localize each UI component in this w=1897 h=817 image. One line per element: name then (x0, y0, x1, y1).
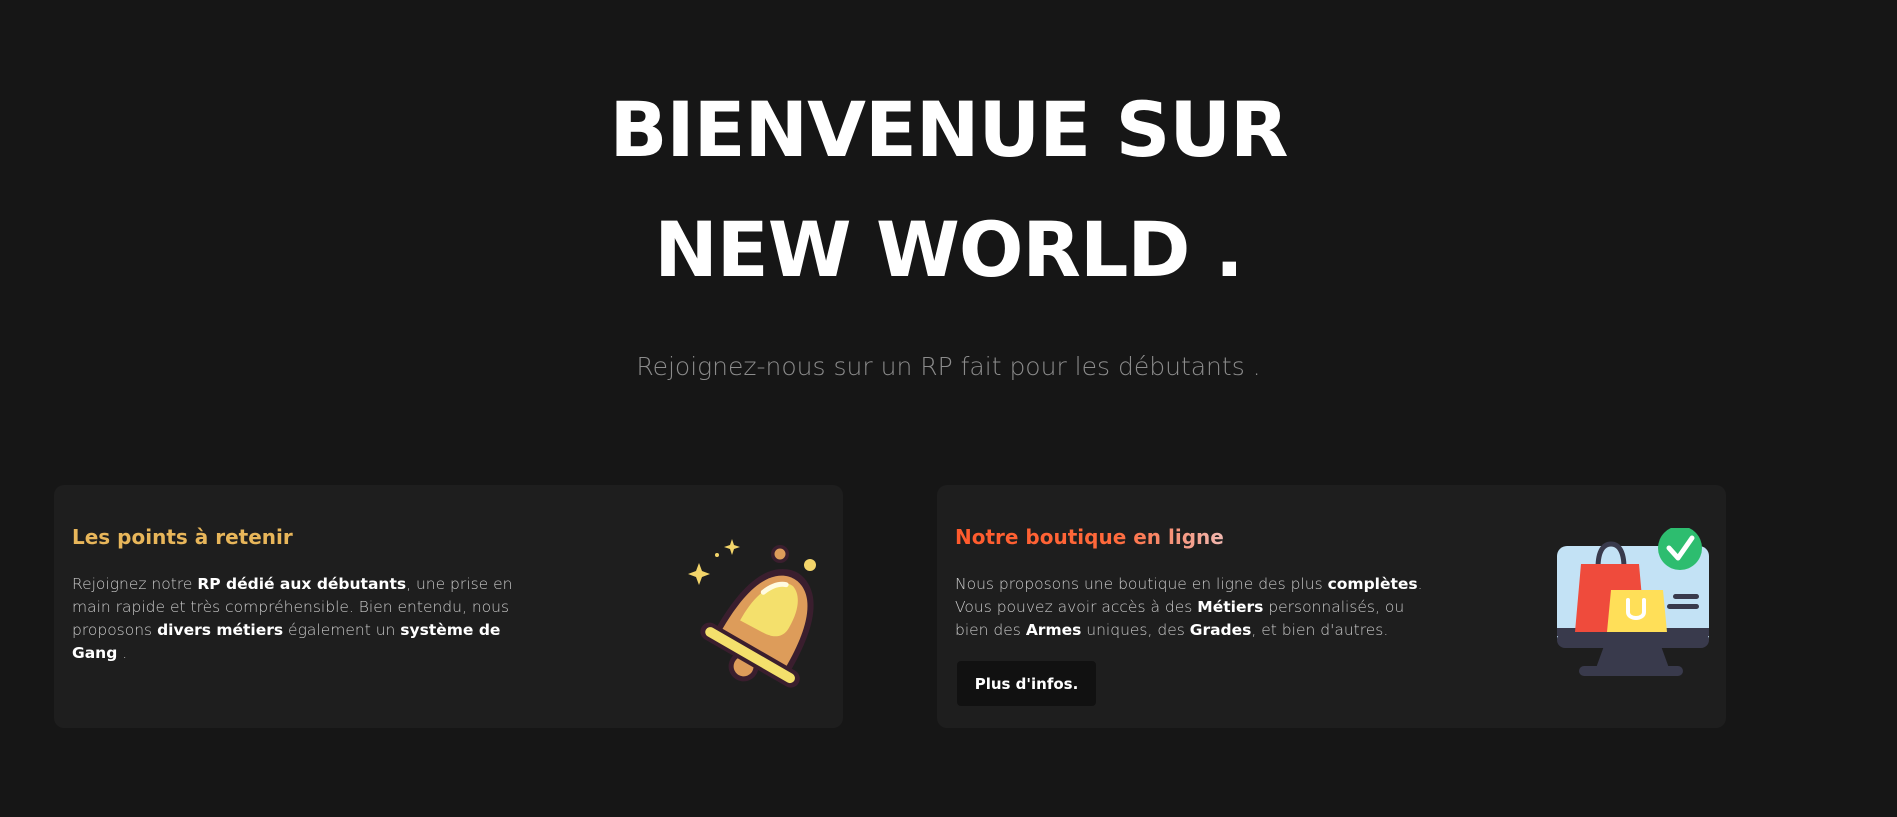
text-segment: , et bien d'autres. (1251, 621, 1389, 639)
features-card-title: Les points à retenir (72, 525, 293, 549)
highlighted-text: Métiers (1197, 598, 1264, 616)
highlighted-text: Grades (1189, 621, 1252, 639)
hero-title-line-1: BIENVENUE SUR (609, 85, 1288, 174)
highlighted-text: divers métiers (157, 621, 284, 639)
text-segment: également un (283, 621, 401, 639)
text-segment: Rejoignez notre (72, 575, 198, 593)
features-card: Les points à retenir Rejoignez notre RP … (54, 485, 843, 728)
text-segment: uniques, des (1081, 621, 1190, 639)
hero-subtitle: Rejoignez-nous sur un RP fait pour les d… (636, 352, 1261, 381)
shopping-monitor-icon (1557, 528, 1709, 676)
text-segment: . (117, 644, 128, 662)
hero-title-line-2: NEW WORLD . (654, 205, 1244, 294)
bell-icon (688, 539, 816, 688)
shop-card-text: Nous proposons une boutique en ligne des… (955, 573, 1425, 642)
text-segment: Nous proposons une boutique en ligne des… (955, 575, 1328, 593)
shop-card: Notre boutique en ligne Nous proposons u… (937, 485, 1726, 728)
highlighted-text: complètes (1327, 575, 1418, 593)
hero-title: BIENVENUE SUR NEW WORLD . (0, 70, 1897, 310)
more-info-button[interactable]: Plus d'infos. (957, 661, 1096, 706)
shop-card-title: Notre boutique en ligne (955, 525, 1224, 549)
highlighted-text: Armes (1025, 621, 1082, 639)
landing-page: BIENVENUE SUR NEW WORLD . Rejoignez-nous… (0, 0, 1897, 817)
highlighted-text: RP dédié aux débutants (197, 575, 407, 593)
features-card-text: Rejoignez notre RP dédié aux débutants, … (72, 573, 542, 665)
